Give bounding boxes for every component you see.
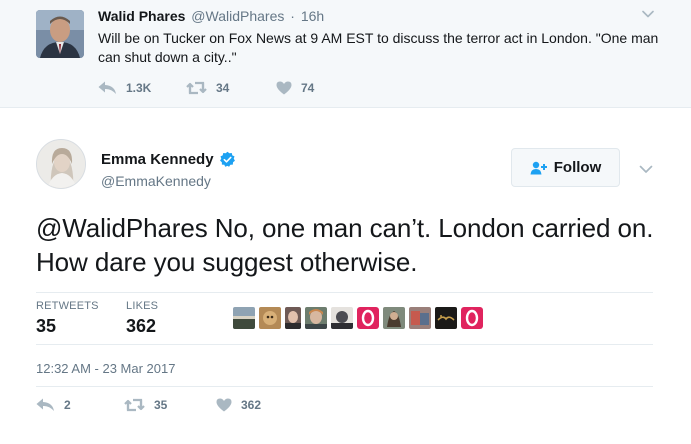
tweet-timestamp[interactable]: 12:32 AM - 23 Mar 2017: [36, 361, 175, 376]
parent-retweet-button[interactable]: 34: [186, 79, 229, 97]
parent-reply-count: 1.3K: [126, 81, 152, 95]
liker-avatar[interactable]: [407, 305, 433, 331]
reply-icon: [36, 398, 54, 411]
retweet-count: 35: [154, 398, 168, 412]
parent-tweet-text: Will be on Tucker on Fox News at 9 AM ES…: [98, 30, 659, 65]
main-author-name-line[interactable]: Emma Kennedy: [101, 151, 236, 168]
retweets-label[interactable]: RETWEETS: [36, 300, 99, 312]
retweets-value[interactable]: 35: [36, 316, 56, 337]
parent-reply-button[interactable]: 1.3K: [98, 79, 151, 97]
parent-author-name[interactable]: Walid Phares: [98, 8, 185, 24]
reply-icon: [98, 81, 116, 94]
parent-tweet[interactable]: Walid Phares @WalidPhares · 16h Will be …: [0, 0, 691, 108]
liker-avatar[interactable]: [257, 305, 283, 331]
like-button[interactable]: 362: [216, 396, 261, 414]
retweet-icon: [186, 81, 207, 95]
heart-icon: [216, 398, 232, 412]
divider: [36, 292, 653, 293]
follow-person-icon: [530, 161, 547, 174]
follow-button-label: Follow: [553, 159, 602, 176]
heart-icon: [276, 81, 292, 95]
main-author-handle[interactable]: @EmmaKennedy: [101, 173, 211, 189]
liker-avatar[interactable]: [231, 305, 257, 331]
chevron-down-icon[interactable]: [639, 162, 653, 176]
liker-avatar[interactable]: [303, 305, 329, 331]
main-author-name[interactable]: Emma Kennedy: [101, 151, 214, 168]
likes-label[interactable]: LIKES: [126, 300, 158, 312]
retweet-icon: [124, 398, 145, 412]
liker-avatar-default[interactable]: [459, 305, 485, 331]
retweet-button[interactable]: 35: [124, 396, 167, 414]
liker-avatar[interactable]: [283, 305, 303, 331]
liker-avatar[interactable]: [433, 305, 459, 331]
like-count: 362: [241, 398, 262, 412]
liker-avatar[interactable]: [329, 305, 355, 331]
likes-value[interactable]: 362: [126, 316, 156, 337]
reply-count: 2: [64, 398, 71, 412]
divider: [36, 386, 653, 387]
liker-avatar[interactable]: [381, 305, 407, 331]
divider: [36, 344, 653, 345]
parent-like-button[interactable]: 74: [276, 79, 314, 97]
parent-author-line: Walid Phares @WalidPhares · 16h: [98, 8, 324, 24]
parent-like-count: 74: [301, 81, 315, 95]
parent-retweet-count: 34: [216, 81, 230, 95]
verified-badge-icon: [219, 151, 235, 167]
reply-button[interactable]: 2: [36, 396, 71, 414]
chevron-down-icon[interactable]: [642, 8, 654, 20]
liker-avatar-default[interactable]: [355, 305, 381, 331]
parent-separator: ·: [290, 8, 295, 24]
main-author-avatar[interactable]: [36, 139, 86, 189]
parent-author-handle[interactable]: @WalidPhares: [191, 8, 284, 24]
parent-time[interactable]: 16h: [301, 8, 324, 24]
parent-author-avatar[interactable]: [36, 10, 84, 58]
follow-button[interactable]: Follow: [511, 148, 620, 187]
main-tweet-text: @WalidPhares No, one man can’t. London c…: [36, 213, 654, 277]
